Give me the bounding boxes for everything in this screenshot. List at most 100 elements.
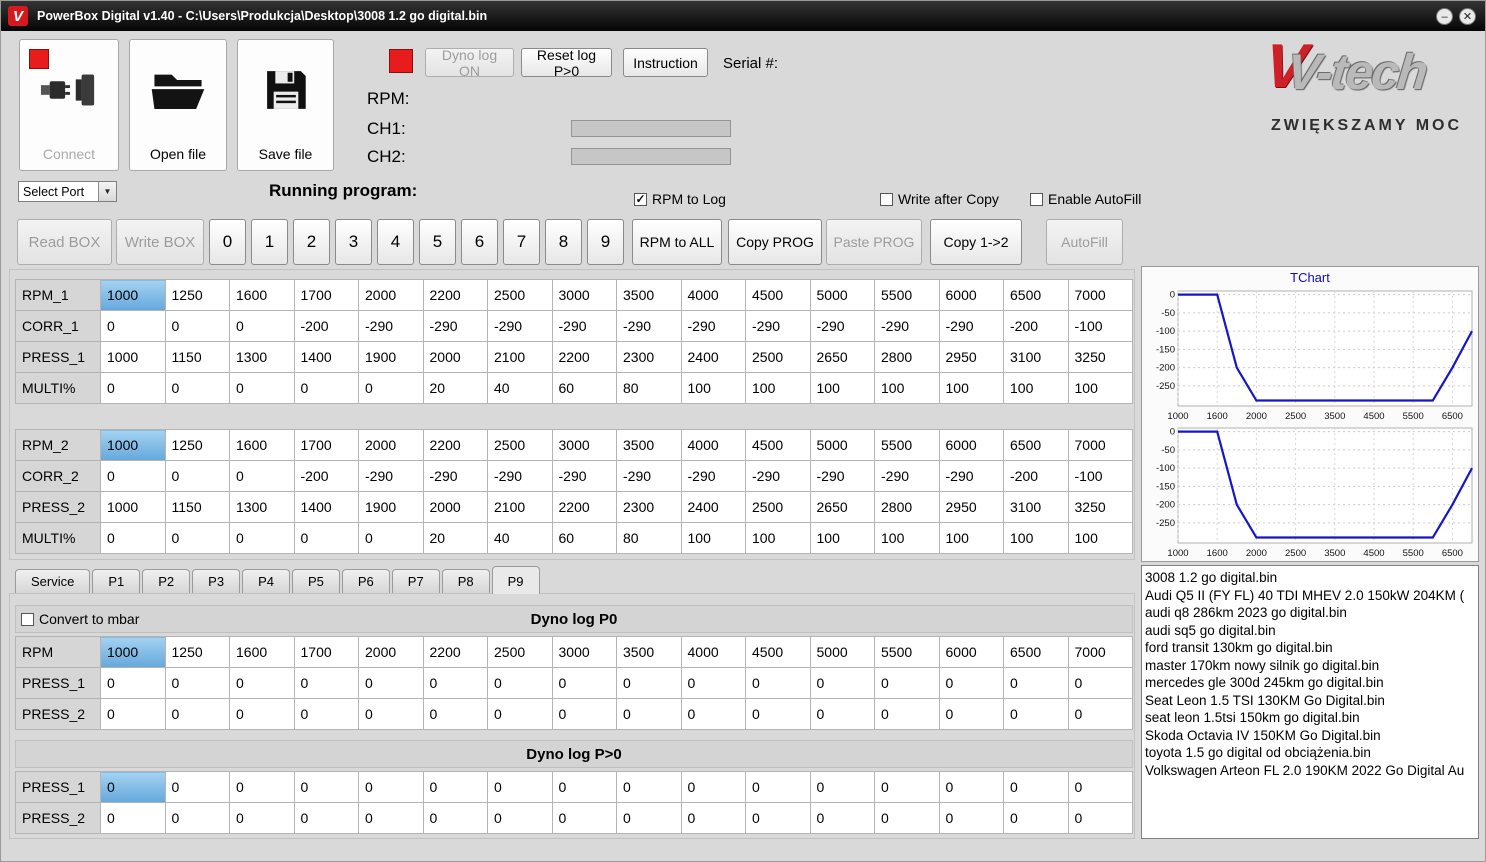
table-cell[interactable]: 0 bbox=[164, 460, 230, 492]
table-cell[interactable]: 0 bbox=[874, 667, 940, 699]
table-cell[interactable]: -290 bbox=[422, 460, 488, 492]
table-cell[interactable]: -100 bbox=[1067, 460, 1133, 492]
tab-p7[interactable]: P7 bbox=[391, 569, 440, 594]
table-cell[interactable]: 100 bbox=[1003, 372, 1069, 404]
table-cell[interactable]: 0 bbox=[1067, 667, 1133, 699]
table-cell[interactable]: -290 bbox=[358, 310, 424, 342]
table-cell[interactable]: 1900 bbox=[358, 491, 424, 523]
table-cell[interactable]: 80 bbox=[616, 522, 682, 554]
table-cell[interactable]: 2200 bbox=[422, 279, 488, 311]
table-cell[interactable]: 0 bbox=[487, 667, 553, 699]
table-cell[interactable]: 1000 bbox=[100, 279, 166, 311]
convert-to-mbar-checkbox[interactable]: ✓ Convert to mbar bbox=[21, 611, 139, 627]
table-cell[interactable]: 1000 bbox=[100, 491, 166, 523]
table-cell[interactable]: 0 bbox=[680, 667, 746, 699]
table-cell[interactable]: 0 bbox=[164, 771, 230, 803]
table-cell[interactable]: -290 bbox=[874, 460, 940, 492]
table-cell[interactable]: 0 bbox=[680, 698, 746, 730]
table-cell[interactable]: 0 bbox=[616, 802, 682, 834]
tab-p6[interactable]: P6 bbox=[341, 569, 390, 594]
table-cell[interactable]: 5500 bbox=[874, 279, 940, 311]
table-cell[interactable]: 0 bbox=[358, 522, 424, 554]
table-cell[interactable]: 0 bbox=[874, 698, 940, 730]
table-cell[interactable]: 0 bbox=[293, 802, 359, 834]
table-cell[interactable]: 1700 bbox=[293, 636, 359, 668]
table-cell[interactable]: 0 bbox=[358, 372, 424, 404]
table-cell[interactable]: 0 bbox=[164, 698, 230, 730]
table-cell[interactable]: 0 bbox=[293, 372, 359, 404]
table-cell[interactable]: 3500 bbox=[616, 636, 682, 668]
table-cell[interactable]: 1400 bbox=[293, 341, 359, 373]
table-cell[interactable]: 0 bbox=[874, 771, 940, 803]
copy-prog-button[interactable]: Copy PROG bbox=[728, 219, 822, 265]
table-cell[interactable]: 0 bbox=[745, 771, 811, 803]
table-cell[interactable]: 2650 bbox=[809, 491, 875, 523]
table-cell[interactable]: 0 bbox=[1003, 667, 1069, 699]
table-cell[interactable]: 5500 bbox=[874, 636, 940, 668]
table-cell[interactable]: -290 bbox=[551, 310, 617, 342]
table-cell[interactable]: -200 bbox=[1003, 460, 1069, 492]
table-cell[interactable]: -100 bbox=[1067, 310, 1133, 342]
file-list-item[interactable]: Volkswagen Arteon FL 2.0 190KM 2022 Go D… bbox=[1145, 762, 1478, 780]
table-cell[interactable]: 0 bbox=[164, 802, 230, 834]
table-cell[interactable]: 0 bbox=[422, 771, 488, 803]
table-cell[interactable]: 2650 bbox=[809, 341, 875, 373]
table-cell[interactable]: -200 bbox=[293, 310, 359, 342]
tab-p1[interactable]: P1 bbox=[92, 569, 141, 594]
rpm-to-log-checkbox[interactable]: ✓ RPM to Log bbox=[634, 191, 726, 207]
table-cell[interactable]: 0 bbox=[358, 667, 424, 699]
table-cell[interactable]: 3100 bbox=[1003, 341, 1069, 373]
table-cell[interactable]: 1250 bbox=[164, 636, 230, 668]
digit-button-8[interactable]: 8 bbox=[545, 219, 582, 265]
table-cell[interactable]: 1150 bbox=[164, 341, 230, 373]
table-cell[interactable]: 3000 bbox=[551, 279, 617, 311]
table-cell[interactable]: 0 bbox=[745, 802, 811, 834]
table-cell[interactable]: 100 bbox=[809, 522, 875, 554]
table-cell[interactable]: 1150 bbox=[164, 491, 230, 523]
tab-p4[interactable]: P4 bbox=[242, 569, 290, 594]
table-cell[interactable]: -290 bbox=[809, 310, 875, 342]
table-cell[interactable]: 0 bbox=[551, 667, 617, 699]
table-cell[interactable]: 2400 bbox=[680, 341, 746, 373]
table-cell[interactable]: 1000 bbox=[100, 636, 166, 668]
table-cell[interactable]: 6000 bbox=[938, 429, 1004, 461]
table-cell[interactable]: -290 bbox=[487, 310, 553, 342]
table-cell[interactable]: 0 bbox=[616, 771, 682, 803]
table-cell[interactable]: 4500 bbox=[745, 636, 811, 668]
table-cell[interactable]: 7000 bbox=[1067, 636, 1133, 668]
table-cell[interactable]: 3250 bbox=[1067, 491, 1133, 523]
table-cell[interactable]: 1900 bbox=[358, 341, 424, 373]
table-cell[interactable]: 6500 bbox=[1003, 279, 1069, 311]
table-cell[interactable]: 2300 bbox=[616, 491, 682, 523]
table-cell[interactable]: 2200 bbox=[551, 491, 617, 523]
table-cell[interactable]: 0 bbox=[938, 771, 1004, 803]
table-cell[interactable]: 3100 bbox=[1003, 491, 1069, 523]
table-cell[interactable]: 0 bbox=[100, 802, 166, 834]
table-cell[interactable]: 0 bbox=[487, 771, 553, 803]
table-cell[interactable]: -290 bbox=[745, 310, 811, 342]
table-cell[interactable]: -290 bbox=[745, 460, 811, 492]
table-cell[interactable]: 2000 bbox=[358, 279, 424, 311]
table-cell[interactable]: 0 bbox=[100, 372, 166, 404]
table-cell[interactable]: 0 bbox=[164, 667, 230, 699]
table-cell[interactable]: 1250 bbox=[164, 429, 230, 461]
table-cell[interactable]: 0 bbox=[809, 698, 875, 730]
table-cell[interactable]: 0 bbox=[616, 667, 682, 699]
minimize-button[interactable]: – bbox=[1436, 7, 1453, 25]
file-list-item[interactable]: audi sq5 go digital.bin bbox=[1145, 622, 1478, 640]
table-cell[interactable]: 6000 bbox=[938, 279, 1004, 311]
table-cell[interactable]: 0 bbox=[422, 802, 488, 834]
table-cell[interactable]: 0 bbox=[229, 667, 295, 699]
table-cell[interactable]: -290 bbox=[874, 310, 940, 342]
table-cell[interactable]: 0 bbox=[938, 802, 1004, 834]
table-cell[interactable]: 0 bbox=[229, 802, 295, 834]
table-cell[interactable]: 0 bbox=[293, 522, 359, 554]
table-cell[interactable]: 100 bbox=[680, 372, 746, 404]
file-list-item[interactable]: mercedes gle 300d 245km go digital.bin bbox=[1145, 674, 1478, 692]
table-cell[interactable]: 2200 bbox=[551, 341, 617, 373]
table-cell[interactable]: 0 bbox=[1067, 698, 1133, 730]
table-cell[interactable]: 0 bbox=[938, 698, 1004, 730]
table-cell[interactable]: 2500 bbox=[745, 491, 811, 523]
connect-button[interactable]: Connect bbox=[19, 39, 119, 171]
table-cell[interactable]: 0 bbox=[1003, 771, 1069, 803]
